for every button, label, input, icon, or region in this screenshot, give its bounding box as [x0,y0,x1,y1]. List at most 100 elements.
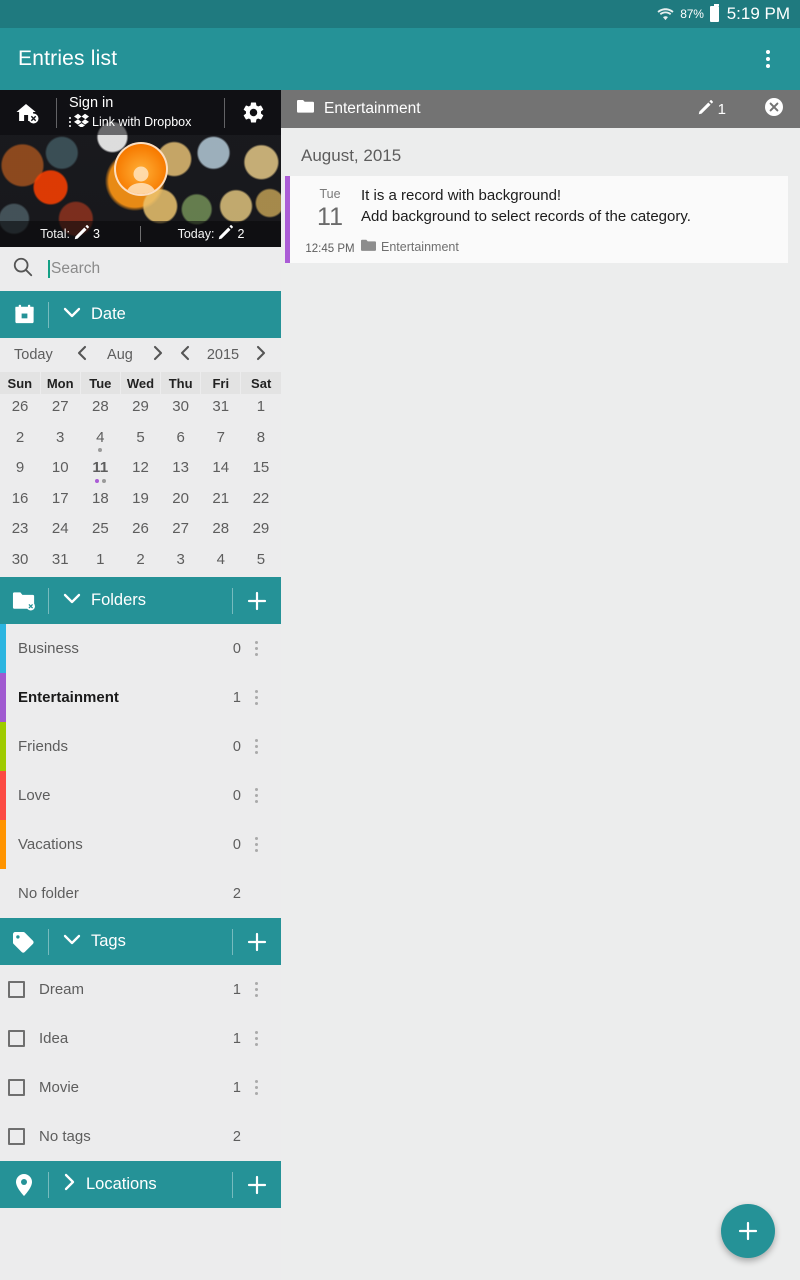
calendar-day-cell[interactable]: 8 [241,425,281,456]
folder-list-item[interactable]: Love 0 [0,771,281,820]
dropbox-row[interactable]: Link with Dropbox [69,113,224,130]
next-year-button[interactable] [255,345,267,365]
calendar-day-cell[interactable]: 2 [0,425,40,456]
calendar-day-cell[interactable]: 27 [40,394,80,425]
section-header-tags[interactable]: Tags [0,918,281,965]
section-header-locations[interactable]: Locations [0,1161,281,1208]
overflow-menu-icon[interactable] [241,837,271,852]
tag-list-item[interactable]: No tags 2 [0,1112,281,1161]
battery-percent: 87% [680,7,704,21]
add-location-button[interactable] [233,1174,281,1196]
calendar-day-cell[interactable]: 29 [120,394,160,425]
calendar-day-cell[interactable]: 30 [161,394,201,425]
calendar-day-cell[interactable]: 2 [120,547,160,578]
folder-list-item[interactable]: Entertainment 1 [0,673,281,722]
overflow-menu-icon[interactable] [241,982,271,997]
sign-in-block[interactable]: Sign in Link with Dropbox [57,95,224,130]
calendar-day-cell[interactable]: 15 [241,455,281,486]
calendar-day-cell[interactable]: 16 [0,486,40,517]
calendar-day-cell[interactable]: 28 [80,394,120,425]
calendar-day-cell[interactable]: 5 [120,425,160,456]
stat-total: Total: 3 [0,225,140,243]
home-off-icon[interactable] [0,101,56,125]
tag-list-item[interactable]: Idea 1 [0,1014,281,1063]
overflow-menu-icon[interactable] [754,45,782,73]
overflow-menu-icon[interactable] [241,690,271,705]
calendar-day-cell[interactable]: 26 [120,516,160,547]
calendar-day-cell[interactable]: 17 [40,486,80,517]
calendar-day-cell[interactable]: 23 [0,516,40,547]
tag-checkbox[interactable] [8,981,25,998]
calendar-day-cell[interactable]: 19 [120,486,160,517]
folder-list-item[interactable]: Vacations 0 [0,820,281,869]
section-header-folders[interactable]: Folders [0,577,281,624]
folder-name: Entertainment [18,689,119,706]
add-entry-fab[interactable] [721,1204,775,1258]
section-title-locations[interactable]: Locations [49,1173,232,1196]
folder-list-item[interactable]: Business 0 [0,624,281,673]
tag-checkbox[interactable] [8,1079,25,1096]
tag-list-item[interactable]: Movie 1 [0,1063,281,1112]
overflow-menu-icon[interactable] [241,1080,271,1095]
folder-list-item[interactable]: No folder 2 [0,869,281,918]
calendar-day-cell[interactable]: 24 [40,516,80,547]
tag-checkbox[interactable] [8,1128,25,1145]
overflow-menu-icon[interactable] [241,641,271,656]
calendar-day-cell[interactable]: 3 [40,425,80,456]
calendar-day-cell[interactable]: 21 [201,486,241,517]
calendar-day-cell[interactable]: 14 [201,455,241,486]
prev-year-button[interactable] [179,345,191,365]
section-header-date[interactable]: Date [0,291,281,338]
overflow-menu-icon[interactable] [241,1031,271,1046]
calendar-day-cell[interactable]: 1 [241,394,281,425]
overflow-menu-icon[interactable] [241,739,271,754]
calendar-day-cell[interactable]: 26 [0,394,40,425]
tag-list: Dream 1 Idea 1 Movie 1 No tags 2 [0,965,281,1161]
calendar-day-cell[interactable]: 7 [201,425,241,456]
entry-card[interactable]: Tue 11 12:45 PM It is a record with backgro… [285,176,788,263]
calendar-day-cell[interactable]: 5 [241,547,281,578]
close-circle-icon[interactable] [764,97,784,122]
calendar-day-cell[interactable]: 27 [161,516,201,547]
calendar-day-cell[interactable]: 25 [80,516,120,547]
section-title-tags[interactable]: Tags [49,932,232,951]
section-title-folders[interactable]: Folders [49,591,232,610]
calendar-day-cell[interactable]: 3 [161,547,201,578]
add-tag-button[interactable] [233,931,281,953]
calendar-day-cell[interactable]: 12 [120,455,160,486]
prev-month-button[interactable] [76,345,88,365]
search-input[interactable]: Search [48,247,281,291]
avatar[interactable] [0,142,281,196]
calendar-day-cell[interactable]: 11 [80,455,120,486]
calendar-day-cell[interactable]: 29 [241,516,281,547]
folder-list-item[interactable]: Friends 0 [0,722,281,771]
tag-checkbox[interactable] [8,1030,25,1047]
calendar-day-cell[interactable]: 20 [161,486,201,517]
calendar-day-cell[interactable]: 18 [80,486,120,517]
calendar-day-cell[interactable]: 31 [40,547,80,578]
calendar-day-cell[interactable]: 1 [80,547,120,578]
calendar-day-cell[interactable]: 4 [201,547,241,578]
calendar-day-cell[interactable]: 6 [161,425,201,456]
category-entry-count: 1 [698,99,726,119]
calendar-day-cell[interactable]: 28 [201,516,241,547]
add-folder-button[interactable] [233,590,281,612]
calendar-day-cell[interactable]: 30 [0,547,40,578]
calendar-day-cell[interactable]: 4 [80,425,120,456]
calendar-day-cell[interactable]: 9 [0,455,40,486]
calendar-day-cell[interactable]: 22 [241,486,281,517]
today-button[interactable]: Today [14,347,76,363]
tag-list-item[interactable]: Dream 1 [0,965,281,1014]
search-bar[interactable]: Search [0,247,281,291]
next-month-button[interactable] [152,345,164,365]
entry-list: Tue 11 12:45 PM It is a record with backgro… [281,176,800,263]
overflow-menu-icon[interactable] [241,788,271,803]
calendar-day-cell[interactable]: 31 [201,394,241,425]
calendar-day-cell[interactable]: 10 [40,455,80,486]
section-title-date[interactable]: Date [49,305,281,324]
calendar-day-cell[interactable]: 13 [161,455,201,486]
gear-icon[interactable] [225,100,281,125]
folder-color-stripe [0,771,6,820]
category-filter-bar: Entertainment 1 [281,90,800,128]
chevron-right-icon [63,1173,76,1196]
